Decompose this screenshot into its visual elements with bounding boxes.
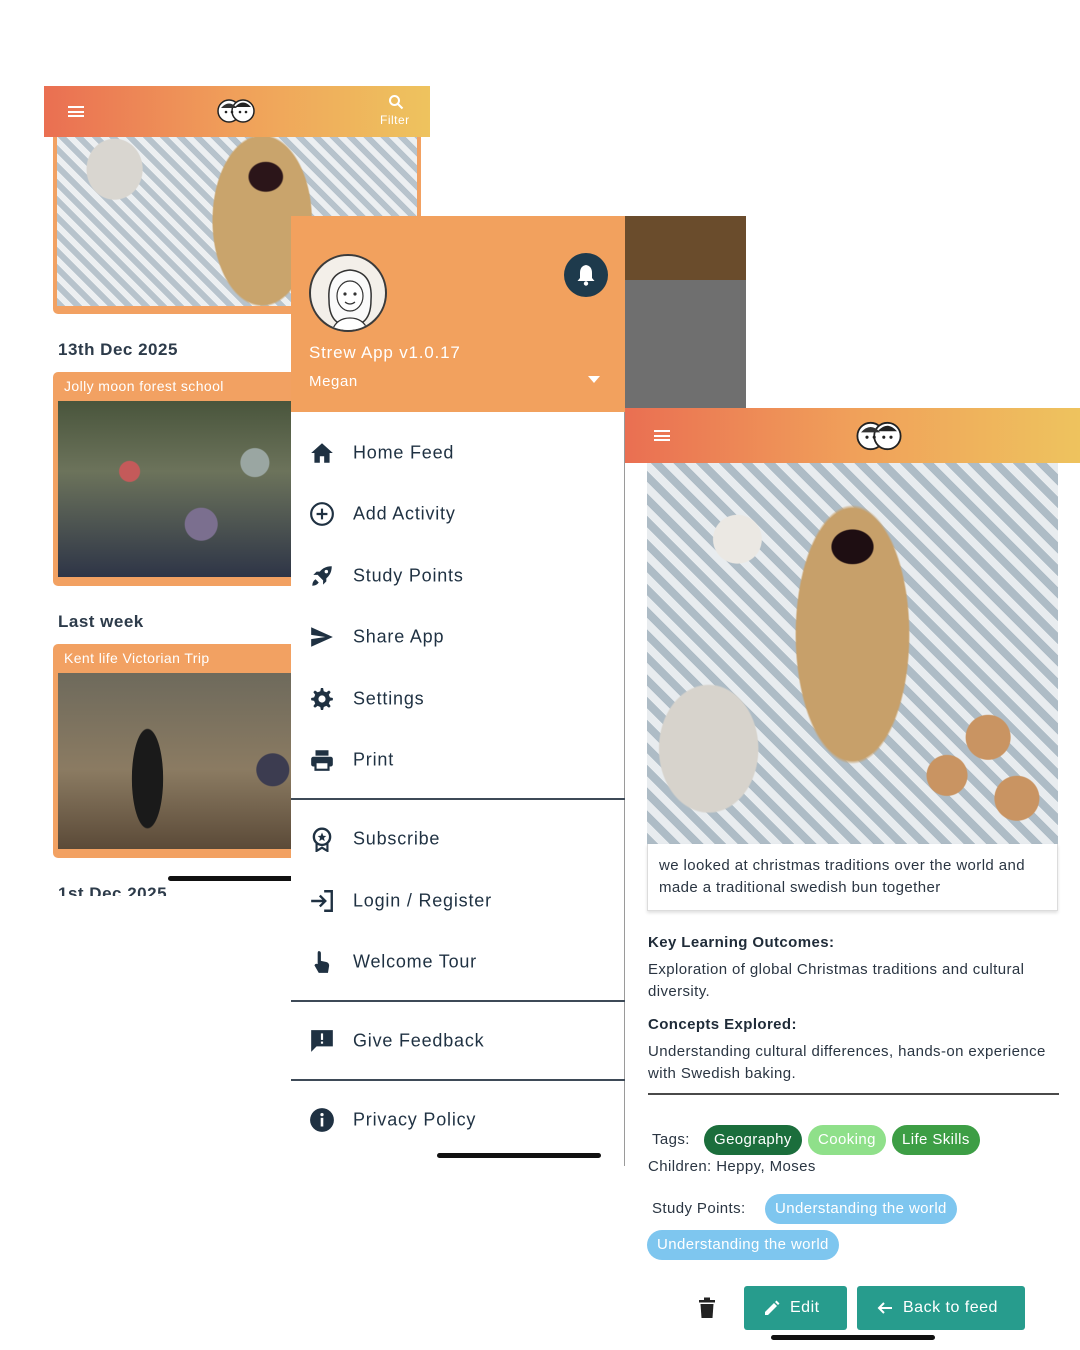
menu-label: Login / Register xyxy=(353,890,492,910)
home-icon xyxy=(311,442,333,463)
date-heading: 1st Dec 2025 xyxy=(58,884,168,896)
concepts-heading: Concepts Explored: xyxy=(648,1016,797,1033)
pencil-icon xyxy=(765,1300,780,1315)
search-icon[interactable] xyxy=(388,94,404,110)
home-indicator xyxy=(168,876,298,881)
study-points-label: Study Points: xyxy=(652,1200,746,1217)
tag-chip[interactable]: Geography xyxy=(704,1125,802,1155)
tag-chip[interactable]: Life Skills xyxy=(892,1125,980,1155)
study-point-chip[interactable]: Understanding the world xyxy=(647,1230,839,1260)
menu-label: Settings xyxy=(353,688,425,708)
menu-divider xyxy=(291,798,625,800)
menu-label: Print xyxy=(353,749,395,769)
menu-label: Share App xyxy=(353,626,445,646)
app-bar xyxy=(625,408,1080,463)
activity-card-title: Kent life Victorian Trip xyxy=(64,650,210,666)
arrow-left-icon xyxy=(877,1302,892,1314)
app-logo-icon xyxy=(217,99,255,123)
info-icon xyxy=(310,1107,334,1132)
date-heading: Last week xyxy=(58,612,144,631)
menu-item-privacy-policy[interactable]: Privacy Policy xyxy=(291,1089,625,1150)
touch-icon xyxy=(314,950,330,973)
menu-label: Privacy Policy xyxy=(353,1109,477,1129)
edit-button[interactable]: Edit xyxy=(744,1286,847,1330)
caption-box: we looked at christmas traditions over t… xyxy=(647,844,1058,911)
chevron-down-icon[interactable] xyxy=(588,376,600,384)
children-text: Children: Heppy, Moses xyxy=(648,1158,816,1175)
login-icon xyxy=(311,889,333,912)
menu-label: Add Activity xyxy=(353,503,456,523)
hamburger-icon[interactable] xyxy=(68,106,84,117)
activity-card-title: Jolly moon forest school xyxy=(64,378,224,394)
outcomes-heading: Key Learning Outcomes: xyxy=(648,934,835,951)
activity-caption: we looked at christmas traditions over t… xyxy=(659,857,1025,896)
app-version: Strew App v1.0.17 xyxy=(309,343,461,362)
menu-item-welcome-tour[interactable]: Welcome Tour xyxy=(291,931,625,992)
filter-label[interactable]: Filter xyxy=(380,113,410,127)
tag-chip[interactable]: Cooking xyxy=(808,1125,886,1155)
outcomes-text: Exploration of global Christmas traditio… xyxy=(648,961,1025,1000)
tags-label: Tags: xyxy=(652,1131,690,1148)
menu-divider xyxy=(291,1000,625,1002)
concepts-text: Understanding cultural differences, hand… xyxy=(648,1043,1046,1082)
trash-icon[interactable] xyxy=(697,1297,717,1319)
menu-label: Welcome Tour xyxy=(353,951,477,971)
date-heading: 13th Dec 2025 xyxy=(58,340,178,359)
back-to-feed-button[interactable]: Back to feed xyxy=(857,1286,1025,1330)
menu-item-home-feed[interactable]: Home Feed xyxy=(291,422,625,483)
app-bar: Filter xyxy=(44,86,430,137)
activity-photo xyxy=(647,463,1058,844)
study-point-chip[interactable]: Understanding the world xyxy=(765,1194,957,1224)
menu-item-print[interactable]: Print xyxy=(291,729,625,790)
add-circle-icon xyxy=(310,501,334,526)
scrim[interactable] xyxy=(625,216,746,280)
menu-label: Study Points xyxy=(353,565,464,585)
feedback-icon xyxy=(311,1029,333,1052)
menu-label: Give Feedback xyxy=(353,1030,485,1050)
bell-icon xyxy=(577,265,595,286)
menu-divider xyxy=(291,1079,625,1081)
app-logo-icon xyxy=(856,421,902,451)
badge-icon xyxy=(312,827,332,852)
menu-label: Subscribe xyxy=(353,828,441,848)
section-divider xyxy=(648,1093,1059,1095)
back-label: Back to feed xyxy=(903,1299,998,1316)
menu-item-add-activity[interactable]: Add Activity xyxy=(291,483,625,544)
menu-label: Home Feed xyxy=(353,442,455,462)
send-icon xyxy=(311,626,333,647)
home-indicator xyxy=(437,1153,601,1158)
notifications-button[interactable] xyxy=(564,253,608,297)
menu-item-subscribe[interactable]: Subscribe xyxy=(291,808,625,869)
home-indicator xyxy=(771,1335,935,1340)
drawer-menu: Home Feed Add Activity Study Points Shar… xyxy=(291,412,625,1166)
printer-icon xyxy=(311,749,333,771)
gear-icon xyxy=(311,687,333,710)
menu-item-study-points[interactable]: Study Points xyxy=(291,545,625,606)
drawer-header: Strew App v1.0.17 Megan xyxy=(291,216,625,412)
rocket-icon xyxy=(312,565,332,586)
menu-item-settings[interactable]: Settings xyxy=(291,668,625,729)
menu-item-login-register[interactable]: Login / Register xyxy=(291,870,625,931)
edit-label: Edit xyxy=(790,1299,820,1316)
menu-item-give-feedback[interactable]: Give Feedback xyxy=(291,1010,625,1071)
user-name: Megan xyxy=(309,373,358,390)
avatar-icon[interactable] xyxy=(309,254,387,332)
menu-item-share-app[interactable]: Share App xyxy=(291,606,625,667)
hamburger-icon[interactable] xyxy=(654,430,670,441)
activity-detail-screen: we looked at christmas traditions over t… xyxy=(625,408,1080,1350)
